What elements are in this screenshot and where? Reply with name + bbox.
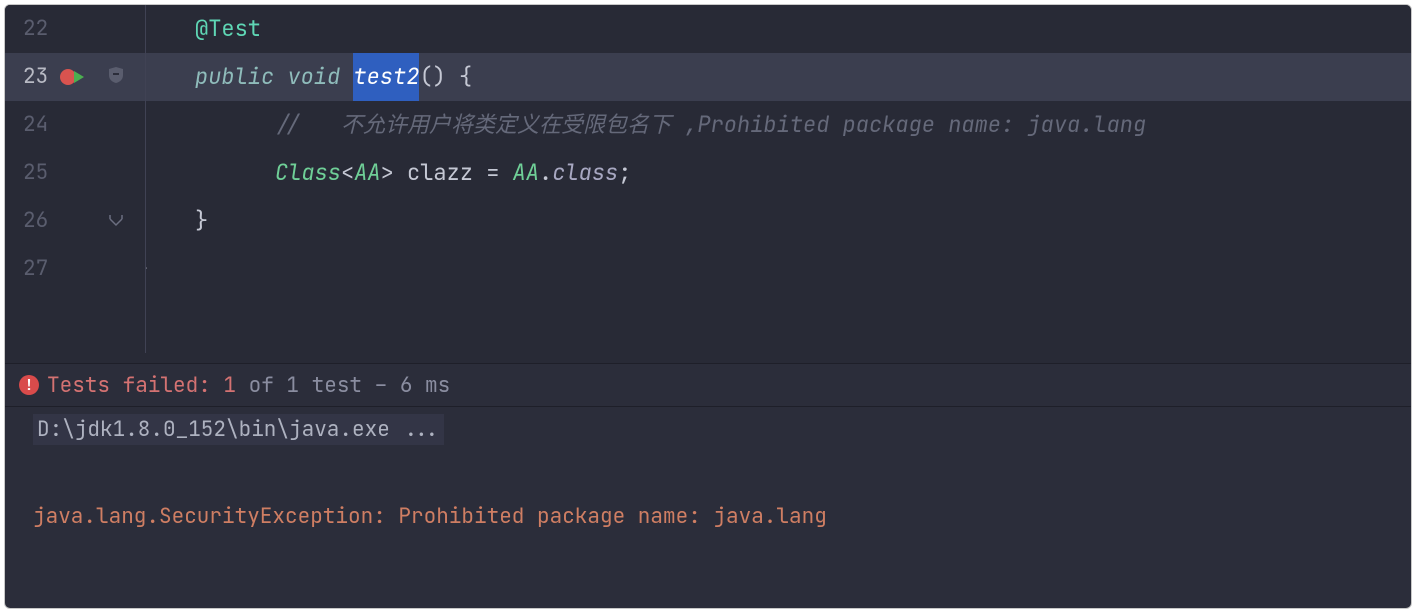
total-count: 1 [286,372,299,399]
keyword-void: void [287,53,340,101]
gutter-row: 22 [5,5,145,53]
generic-type: AA [354,149,380,197]
comment: // 不允许用户将类定义在受限包名下 ,Prohibited package n… [275,101,1146,149]
test-status-bar[interactable]: ! Tests failed: 1 of 1 test – 6 ms [5,363,1411,407]
line-number: 27 [23,245,51,293]
exception-row[interactable]: java.lang.SecurityException: Prohibited … [5,503,1411,530]
keyword-public: public [195,53,274,101]
exception-text: java.lang.SecurityException: Prohibited … [33,503,827,530]
annotation: @Test [195,5,261,53]
status-suffix: test – [299,372,400,399]
method-shield-icon[interactable] [108,53,124,101]
command-row[interactable]: D:\jdk1.8.0_152\bin\java.exe ... [5,407,1411,451]
punct: () { [419,53,472,101]
class-keyword: class [552,149,618,197]
code-line-active[interactable]: public void test2() { [145,53,1411,101]
var-decl: clazz = [394,149,513,197]
indent-guide [145,5,146,353]
gutter-row: 25 [5,149,145,197]
method-name-selected: test2 [353,53,419,101]
duration: 6 ms [400,372,450,399]
status-prefix: Tests failed: [47,372,223,399]
error-icon: ! [19,375,39,395]
class-ref: Class [275,149,341,197]
class-ref: AA [513,149,539,197]
test-console: ! Tests failed: 1 of 1 test – 6 ms D:\jd… [5,363,1411,530]
run-test-icon[interactable] [72,70,86,84]
code-line[interactable]: @Test [145,5,1411,53]
gutter-row: 26 [5,197,145,245]
gutter-row: 24 [5,101,145,149]
code-line[interactable]: // 不允许用户将类定义在受限包名下 ,Prohibited package n… [145,101,1411,149]
java-command: D:\jdk1.8.0_152\bin\java.exe ... [33,414,444,445]
line-number: 23 [23,53,51,101]
fold-end-icon[interactable] [109,197,123,245]
code-area[interactable]: @Test public void test2() { // 不允许用户将类定义… [145,5,1411,363]
line-number: 24 [23,101,51,149]
line-number: 26 [23,197,51,245]
gutter: 22 23 24 25 [5,5,145,363]
code-editor[interactable]: 22 23 24 25 [5,5,1411,363]
line-number: 22 [23,5,51,53]
failed-count: 1 [223,372,236,399]
ide-frame: 22 23 24 25 [4,4,1412,609]
line-number: 25 [23,149,51,197]
code-line[interactable]: } [145,197,1411,245]
gutter-row: 27 [5,245,145,293]
brace: } [195,197,208,245]
status-mid: of [236,372,286,399]
code-line[interactable]: Class<AA> clazz = AA.class; [145,149,1411,197]
gutter-row-active: 23 [5,53,145,101]
code-line[interactable]: } [145,245,1411,293]
